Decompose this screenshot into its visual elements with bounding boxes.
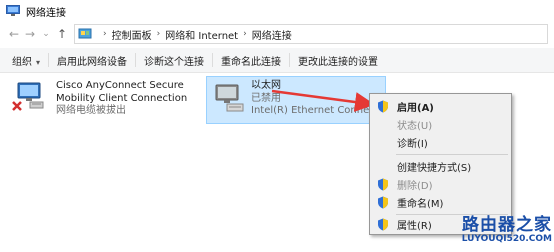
menu-item-delete[interactable]: 删除(D) — [370, 175, 511, 193]
menu-item-label: 属性(R) — [397, 220, 432, 232]
menu-item-status[interactable]: 状态(U) — [370, 115, 511, 133]
menu-separator — [396, 154, 508, 155]
uac-shield-icon — [378, 218, 388, 230]
menu-item-enable[interactable]: 启用(A) — [370, 97, 511, 115]
menu-item-create-shortcut[interactable]: 创建快捷方式(S) — [370, 157, 511, 175]
menu-item-label: 启用(A) — [397, 102, 434, 114]
uac-shield-icon — [378, 178, 388, 190]
menu-item-diagnose[interactable]: 诊断(I) — [370, 133, 511, 151]
menu-item-label: 重命名(M) — [397, 198, 444, 210]
menu-item-label: 状态(U) — [397, 120, 433, 132]
menu-item-label: 诊断(I) — [397, 138, 428, 150]
menu-item-label: 创建快捷方式(S) — [397, 162, 472, 174]
watermark-url: LUYOUQI520.COM — [461, 234, 552, 244]
menu-item-rename[interactable]: 重命名(M) — [370, 193, 511, 211]
menu-item-label: 删除(D) — [397, 180, 433, 192]
uac-shield-icon — [378, 196, 388, 208]
watermark-logo: 路由器之家 LUYOUQI520.COM — [458, 210, 554, 252]
uac-shield-icon — [378, 100, 388, 112]
watermark-title: 路由器之家 — [462, 215, 552, 235]
